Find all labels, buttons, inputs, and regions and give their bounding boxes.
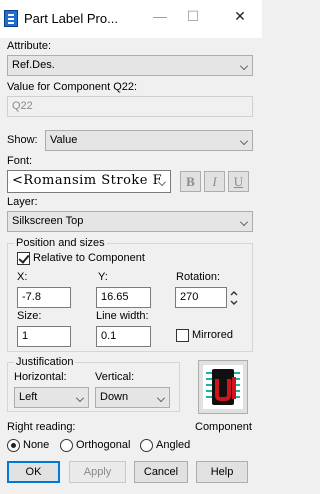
close-icon[interactable]: ✕ [232,8,248,24]
component-value-field: Q22 [7,96,253,117]
spinner-arrows-icon [230,291,238,305]
layer-label: Layer: [7,196,38,208]
component-label: Component [195,421,252,433]
font-select[interactable]: <Romansim Stroke F [7,170,171,193]
horizontal-label: Horizontal: [14,371,67,383]
radio-none[interactable] [7,439,20,452]
y-input[interactable]: 16.65 [96,287,151,308]
bold-button[interactable]: B [180,171,201,192]
line-width-value: 0.1 [101,330,117,342]
horizontal-value: Left [19,391,38,403]
rotation-label: Rotation: [176,271,221,283]
ok-button[interactable]: OK [7,461,60,483]
value-for-component-label: Value for Component Q22: [7,81,138,93]
horizontal-select[interactable]: Left [14,387,89,408]
italic-button[interactable]: I [204,171,225,192]
component-button[interactable] [198,360,248,414]
chevron-down-icon [240,218,248,226]
attribute-label: Attribute: [7,40,52,52]
rotation-input[interactable]: 270 [175,287,227,308]
show-select[interactable]: Value [45,130,253,151]
layer-select[interactable]: Silkscreen Top [7,211,253,232]
mirrored-checkbox[interactable] [176,329,189,342]
rotation-spinner[interactable] [229,289,239,307]
vertical-value: Down [100,391,129,403]
radio-orthogonal[interactable] [60,439,73,452]
size-input[interactable]: 1 [17,326,71,347]
attribute-select[interactable]: Ref.Des. [7,55,253,76]
line-width-input[interactable]: 0.1 [96,326,151,347]
line-width-label: Line width: [96,310,149,322]
show-label: Show: [7,134,38,146]
mirrored-label: Mirrored [192,329,233,341]
right-reading-label: Right reading: [7,421,76,433]
chevron-down-icon [76,394,84,402]
position-group-label: Position and sizes [14,237,107,249]
font-value: <Romansim Stroke F [12,173,163,188]
chevron-down-icon [240,137,248,145]
relative-label: Relative to Component [33,252,145,264]
rotation-value: 270 [180,291,199,303]
radio-angled[interactable] [140,439,153,452]
size-value: 1 [22,330,29,342]
apply-button[interactable]: Apply [69,461,126,483]
justification-group-label: Justification [14,356,76,368]
relative-checkbox[interactable] [17,252,30,265]
x-input[interactable]: -7.8 [17,287,71,308]
component-value-text: Q22 [12,100,33,112]
window-title: Part Label Pro... [24,11,118,26]
vertical-label: Vertical: [95,371,135,383]
y-label: Y: [98,271,108,283]
help-button[interactable]: Help [196,461,248,483]
app-icon [4,10,18,27]
y-value: 16.65 [101,291,129,303]
font-label: Font: [7,155,33,167]
x-label: X: [17,271,28,283]
maximize-icon[interactable]: ☐ [185,8,201,24]
radio-orthogonal-label: Orthogonal [76,439,131,451]
cancel-button[interactable]: Cancel [134,461,188,483]
radio-none-label: None [23,439,50,451]
chevron-down-icon [240,62,248,70]
component-icon [203,365,243,409]
layer-value: Silkscreen Top [12,215,84,227]
minimize-icon[interactable]: — [152,8,168,24]
vertical-select[interactable]: Down [95,387,170,408]
show-value: Value [50,134,78,146]
radio-angled-label: Angled [156,439,191,451]
size-label: Size: [17,310,42,322]
x-value: -7.8 [22,291,41,303]
underline-button[interactable]: U [228,171,249,192]
attribute-value: Ref.Des. [12,59,55,71]
chevron-down-icon [157,394,165,402]
